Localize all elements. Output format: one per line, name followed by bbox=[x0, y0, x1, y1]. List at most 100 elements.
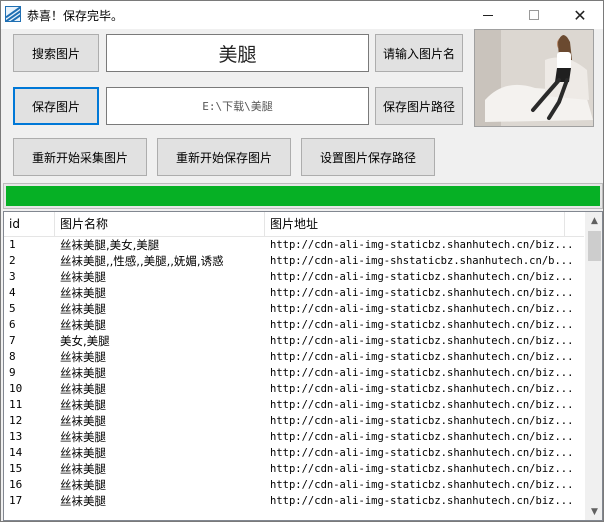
row-name: 丝袜美腿 bbox=[60, 286, 106, 300]
list-header: id 图片名称 图片地址 bbox=[4, 212, 584, 237]
scroll-thumb[interactable] bbox=[588, 231, 601, 261]
row-id: 2 bbox=[9, 254, 16, 267]
row-url: http://cdn-ali-img-staticbz.shanhutech.c… bbox=[270, 287, 574, 299]
row-name: 丝袜美腿 bbox=[60, 430, 106, 444]
list-item[interactable]: 1 丝袜美腿,美女,美腿 http://cdn-ali-img-staticbz.s… bbox=[4, 237, 584, 253]
row-name: 丝袜美腿 bbox=[60, 462, 106, 476]
column-header-name[interactable]: 图片名称 bbox=[55, 212, 265, 237]
row-name: 丝袜美腿 bbox=[60, 366, 106, 380]
row-id: 6 bbox=[9, 318, 16, 331]
scroll-down-icon[interactable]: ▼ bbox=[586, 503, 602, 520]
list-item[interactable]: 8 丝袜美腿 http://cdn-ali-img-staticbz.shanhut… bbox=[4, 349, 584, 365]
scroll-up-icon[interactable]: ▲ bbox=[586, 212, 602, 229]
row-name: 丝袜美腿 bbox=[60, 382, 106, 396]
row-url: http://cdn-ali-img-staticbz.shanhutech.c… bbox=[270, 239, 574, 251]
list-item[interactable]: 15 丝袜美腿 http://cdn-ali-img-staticbz.shanhu… bbox=[4, 461, 584, 477]
row-name: 丝袜美腿 bbox=[60, 494, 106, 508]
column-header-url[interactable]: 图片地址 bbox=[265, 212, 565, 237]
list-item[interactable]: 11 丝袜美腿 http://cdn-ali-img-staticbz.shanhu… bbox=[4, 397, 584, 413]
row-id: 7 bbox=[9, 334, 16, 347]
row-id: 1 bbox=[9, 238, 16, 251]
row-url: http://cdn-ali-img-staticbz.shanhutech.c… bbox=[270, 351, 574, 363]
row-id: 4 bbox=[9, 286, 16, 299]
row-name: 丝袜美腿 bbox=[60, 446, 106, 460]
list-item[interactable]: 2 丝袜美腿,,性感,,美腿,,妩媚,诱惑 http://cdn-ali-img-s… bbox=[4, 253, 584, 269]
row-name: 丝袜美腿 bbox=[60, 478, 106, 492]
row-url: http://cdn-ali-img-staticbz.shanhutech.c… bbox=[270, 271, 574, 283]
row-name: 丝袜美腿 bbox=[60, 350, 106, 364]
restart-save-button[interactable]: 重新开始保存图片 bbox=[157, 138, 291, 176]
list-item[interactable]: 10 丝袜美腿 http://cdn-ali-img-staticbz.shanhu… bbox=[4, 381, 584, 397]
row-url: http://cdn-ali-img-staticbz.shanhutech.c… bbox=[270, 399, 574, 411]
row-url: http://cdn-ali-img-staticbz.shanhutech.c… bbox=[270, 335, 574, 347]
list-item[interactable]: 4 丝袜美腿 http://cdn-ali-img-staticbz.shanhut… bbox=[4, 285, 584, 301]
row-name: 丝袜美腿 bbox=[60, 270, 106, 284]
row-name: 丝袜美腿 bbox=[60, 318, 106, 332]
search-images-button[interactable]: 搜索图片 bbox=[13, 34, 99, 72]
row-url: http://cdn-ali-img-staticbz.shanhutech.c… bbox=[270, 463, 574, 475]
row-url: http://cdn-ali-img-staticbz.shanhutech.c… bbox=[270, 319, 574, 331]
app-icon bbox=[5, 6, 21, 22]
close-button[interactable]: ✕ bbox=[557, 1, 603, 29]
preview-photo bbox=[475, 30, 593, 126]
list-item[interactable]: 14 丝袜美腿 http://cdn-ali-img-staticbz.shanhu… bbox=[4, 445, 584, 461]
row-name: 丝袜美腿,美女,美腿 bbox=[60, 238, 160, 252]
set-save-path-button[interactable]: 设置图片保存路径 bbox=[301, 138, 435, 176]
row-url: http://cdn-ali-img-staticbz.shanhutech.c… bbox=[270, 367, 574, 379]
list-item[interactable]: 17 丝袜美腿 http://cdn-ali-img-staticbz.shanhu… bbox=[4, 493, 584, 509]
list-item[interactable]: 3 丝袜美腿 http://cdn-ali-img-staticbz.shanhut… bbox=[4, 269, 584, 285]
row-id: 9 bbox=[9, 366, 16, 379]
list-rows: 1 丝袜美腿,美女,美腿 http://cdn-ali-img-staticbz.s… bbox=[4, 237, 584, 509]
maximize-button[interactable] bbox=[511, 1, 557, 29]
list-item[interactable]: 13 丝袜美腿 http://cdn-ali-img-staticbz.shanhu… bbox=[4, 429, 584, 445]
row-url: http://cdn-ali-img-shstaticbz.shanhutech… bbox=[270, 255, 574, 267]
row-id: 8 bbox=[9, 350, 16, 363]
preview-image bbox=[474, 29, 594, 127]
row-name: 丝袜美腿 bbox=[60, 414, 106, 428]
image-name-input[interactable]: 美腿 bbox=[106, 34, 369, 72]
row-url: http://cdn-ali-img-staticbz.shanhutech.c… bbox=[270, 303, 574, 315]
progress-fill bbox=[6, 186, 600, 206]
row-id: 15 bbox=[9, 462, 23, 475]
row-url: http://cdn-ali-img-staticbz.shanhutech.c… bbox=[270, 447, 574, 459]
row-name: 丝袜美腿,,性感,,美腿,,妩媚,诱惑 bbox=[60, 254, 224, 268]
row-id: 10 bbox=[9, 382, 23, 395]
row-url: http://cdn-ali-img-staticbz.shanhutech.c… bbox=[270, 495, 574, 507]
row-id: 13 bbox=[9, 430, 23, 443]
row-name: 丝袜美腿 bbox=[60, 302, 106, 316]
minimize-button[interactable] bbox=[465, 1, 511, 29]
list-item[interactable]: 9 丝袜美腿 http://cdn-ali-img-staticbz.shanhut… bbox=[4, 365, 584, 381]
row-id: 12 bbox=[9, 414, 23, 427]
list-item[interactable]: 12 丝袜美腿 http://cdn-ali-img-staticbz.shanhu… bbox=[4, 413, 584, 429]
app-window: 恭喜！保存完毕。 ✕ 搜索图片 美腿 请输入图片名 保存图片 E:\下载\美腿 … bbox=[0, 0, 604, 522]
save-path-button[interactable]: 保存图片路径 bbox=[375, 87, 463, 125]
progress-bar bbox=[3, 183, 603, 209]
save-images-button[interactable]: 保存图片 bbox=[13, 87, 99, 125]
row-url: http://cdn-ali-img-staticbz.shanhutech.c… bbox=[270, 383, 574, 395]
title-bar[interactable]: 恭喜！保存完毕。 ✕ bbox=[1, 1, 603, 29]
row-id: 5 bbox=[9, 302, 16, 315]
row-id: 14 bbox=[9, 446, 23, 459]
list-item[interactable]: 6 丝袜美腿 http://cdn-ali-img-staticbz.shanhut… bbox=[4, 317, 584, 333]
row-id: 3 bbox=[9, 270, 16, 283]
row-id: 17 bbox=[9, 494, 23, 507]
minimize-icon bbox=[483, 14, 493, 16]
vertical-scrollbar[interactable]: ▲ ▼ bbox=[585, 212, 602, 520]
close-icon: ✕ bbox=[573, 5, 587, 25]
row-url: http://cdn-ali-img-staticbz.shanhutech.c… bbox=[270, 479, 574, 491]
save-path-input[interactable]: E:\下载\美腿 bbox=[106, 87, 369, 125]
list-item[interactable]: 5 丝袜美腿 http://cdn-ali-img-staticbz.shanhut… bbox=[4, 301, 584, 317]
list-item[interactable]: 7 美女,美腿 http://cdn-ali-img-staticbz.shanhu… bbox=[4, 333, 584, 349]
window-title: 恭喜！保存完毕。 bbox=[27, 9, 124, 23]
row-id: 11 bbox=[9, 398, 23, 411]
row-name: 丝袜美腿 bbox=[60, 398, 106, 412]
maximize-icon bbox=[529, 10, 539, 20]
row-id: 16 bbox=[9, 478, 23, 491]
enter-image-name-button[interactable]: 请输入图片名 bbox=[375, 34, 463, 72]
image-list[interactable]: id 图片名称 图片地址 1 丝袜美腿,美女,美腿 http://cdn-ali-i… bbox=[3, 211, 603, 521]
row-url: http://cdn-ali-img-staticbz.shanhutech.c… bbox=[270, 415, 574, 427]
column-header-id[interactable]: id bbox=[4, 212, 55, 237]
restart-collect-button[interactable]: 重新开始采集图片 bbox=[13, 138, 147, 176]
list-item[interactable]: 16 丝袜美腿 http://cdn-ali-img-staticbz.shanhu… bbox=[4, 477, 584, 493]
row-url: http://cdn-ali-img-staticbz.shanhutech.c… bbox=[270, 431, 574, 443]
